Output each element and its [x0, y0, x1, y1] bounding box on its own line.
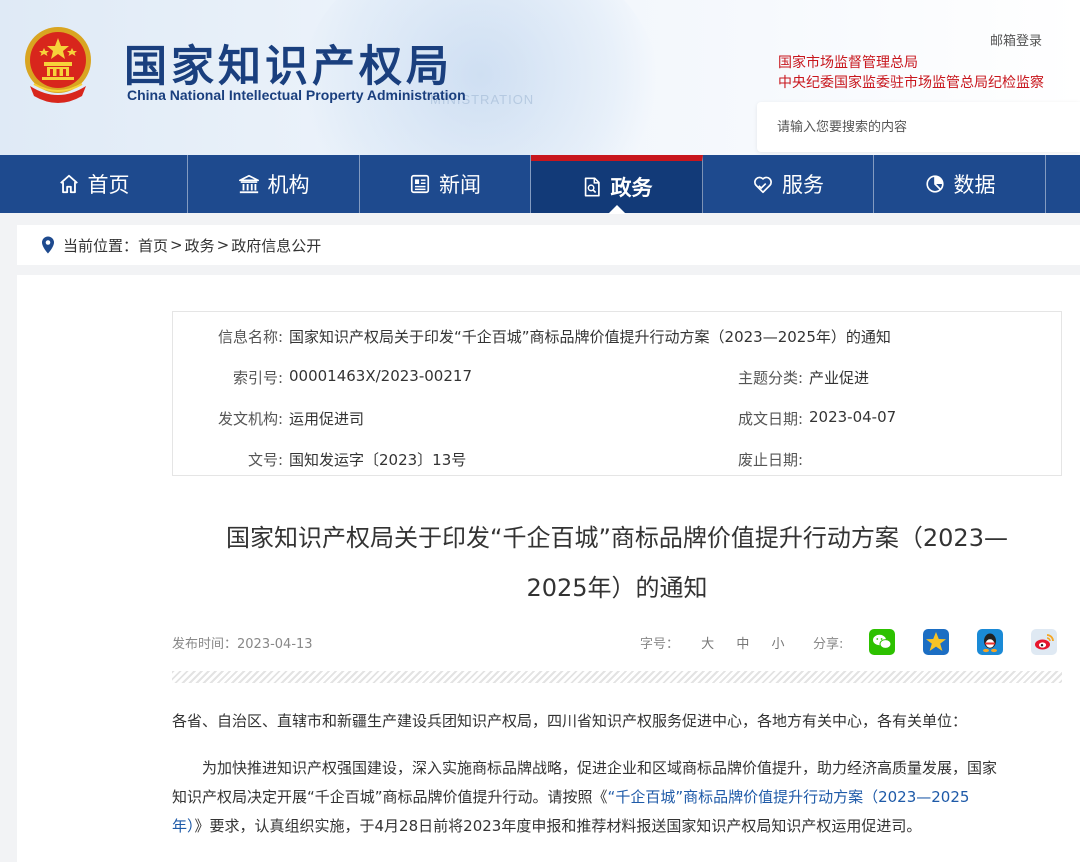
data-icon [925, 175, 944, 193]
info-name-value: 国家知识产权局关于印发“千企百城”商标品牌价值提升行动方案（2023—2025年… [289, 328, 891, 346]
search-input[interactable] [757, 102, 1080, 152]
paragraph-line: 为加快推进知识产权强国建设，深入实施商标品牌战略，促进企业和区域商标品牌价值提升… [202, 759, 998, 777]
wechat-icon[interactable] [869, 629, 895, 655]
content-divider [172, 671, 1062, 683]
info-index-label: 索引号: [232, 369, 283, 387]
action-plan-link[interactable]: 年） [172, 817, 195, 835]
paragraph-line: 知识产权局决定开展“千企百城”商标品牌价值提升行动。请按照《“千企百城”商标品牌… [172, 783, 1062, 812]
article-meta: 发布时间：2023-04-13 字号： 大 中 小 分享: [172, 629, 1062, 655]
info-row-name: 信息名称: 国家知识产权局关于印发“千企百城”商标品牌价值提升行动方案（2023… [173, 326, 1061, 346]
info-date-label: 成文日期: [737, 410, 803, 428]
site-title[interactable]: 国家知识产权局 [124, 32, 453, 94]
nav-label-data: 数据 [953, 173, 996, 197]
service-icon [754, 176, 772, 194]
breadcrumb-prefix: 当前位置： [63, 236, 139, 255]
breadcrumb-separator: > [170, 236, 183, 254]
info-name-label: 信息名称: [217, 328, 283, 346]
info-row-org: 发文机构: 运用促进司 成文日期: 2023-04-07 [173, 408, 1061, 428]
article-title: 国家知识产权局关于印发“千企百城”商标品牌价值提升行动方案（2023— 2025… [177, 513, 1057, 613]
national-emblem-icon[interactable] [20, 24, 96, 104]
mail-login-link[interactable]: 邮箱登录 [990, 30, 1042, 49]
breadcrumb: 当前位置： 首页 > 政务 > 政府信息公开 [17, 225, 1080, 265]
nav-label-government-affairs: 政务 [610, 176, 653, 200]
samr-link[interactable]: 国家市场监督管理总局 [778, 53, 1044, 73]
qzone-icon[interactable] [923, 629, 949, 655]
paragraph-text: 》要求，认真组织实施，于4月28日前将2023年度申报和推荐材料报送国家知识产权… [194, 817, 922, 835]
nav-label-news: 新闻 [439, 173, 481, 197]
nav-item-news[interactable]: 新闻 [360, 155, 531, 213]
related-links: 国家市场监督管理总局 中央纪委国家监委驻市场监管总局纪检监察 [778, 53, 1044, 93]
font-size-label: 字号： [640, 637, 680, 652]
font-size-medium[interactable]: 中 [736, 637, 749, 652]
info-topic-value: 产业促进 [809, 369, 870, 387]
site-header: MINISTRATION 国家知识产权局 China National Inte… [0, 0, 1080, 155]
breadcrumb-government-affairs[interactable]: 政务 [185, 235, 215, 256]
action-plan-link[interactable]: “千企百城”商标品牌价值提升行动方案（2023—2025 [608, 788, 970, 806]
info-docno-value: 国知发运字〔2023〕13号 [289, 451, 467, 469]
nav-item-government-affairs[interactable]: 政务 [531, 155, 703, 214]
info-org-label: 发文机构: [217, 410, 283, 428]
document-info-table: 信息名称: 国家知识产权局关于印发“千企百城”商标品牌价值提升行动方案（2023… [172, 311, 1062, 476]
article-salutation: 各省、自治区、直辖市和新疆生产建设兵团知识产权局，四川省知识产权服务促进中心，各… [172, 712, 968, 730]
publish-time: 发布时间：2023-04-13 [172, 637, 313, 652]
info-row-docno: 文号: 国知发运字〔2023〕13号 废止日期: [173, 449, 1061, 469]
font-size-controls: 字号： 大 中 小 [640, 633, 784, 652]
nav-label-service: 服务 [782, 173, 824, 197]
home-icon [59, 174, 78, 194]
discipline-inspection-link[interactable]: 中央纪委国家监委驻市场监管总局纪检监察 [778, 73, 1044, 93]
search-box [757, 102, 1080, 152]
location-pin-icon [42, 236, 54, 254]
paragraph-line: 年）》要求，认真组织实施，于4月28日前将2023年度申报和推荐材料报送国家知识… [172, 812, 1062, 841]
article-title-line: 国家知识产权局关于印发“千企百城”商标品牌价值提升行动方案（2023— [226, 524, 1008, 552]
info-row-index: 索引号: 00001463X/2023-00217 主题分类: 产业促进 [173, 367, 1061, 387]
qq-icon[interactable] [977, 629, 1003, 655]
article-paragraph: 为加快推进知识产权强国建设，深入实施商标品牌战略，促进企业和区域商标品牌价值提升… [172, 754, 1062, 841]
site-title-english[interactable]: China National Intellectual Property Adm… [127, 87, 466, 103]
info-docno-label: 文号: [247, 451, 283, 469]
nav-item-home[interactable]: 首页 [0, 155, 188, 213]
nav-label-institution: 机构 [267, 173, 310, 197]
breadcrumb-separator: > [216, 236, 230, 254]
info-topic-label: 主题分类: [737, 369, 803, 387]
nav-item-service[interactable]: 服务 [703, 155, 874, 213]
info-index-value: 00001463X/2023-00217 [289, 367, 472, 385]
article-title-line: 2025年）的通知 [526, 574, 708, 602]
institution-icon [238, 174, 259, 194]
nav-item-data[interactable]: 数据 [874, 155, 1046, 213]
info-org-value: 运用促进司 [289, 410, 365, 428]
share-label: 分享: [813, 637, 844, 652]
paragraph-text: 知识产权局决定开展“千企百城”商标品牌价值提升行动。请按照《 [172, 788, 608, 806]
government-affairs-icon [584, 177, 600, 197]
article-content: 信息名称: 国家知识产权局关于印发“千企百城”商标品牌价值提升行动方案（2023… [17, 275, 1080, 862]
info-expire-label: 废止日期: [737, 451, 803, 469]
main-nav: 首页 机构 新闻 政务 服务 数据 [0, 155, 1080, 214]
weibo-icon[interactable] [1031, 629, 1057, 655]
nav-label-home: 首页 [87, 173, 130, 197]
nav-item-institution[interactable]: 机构 [188, 155, 360, 213]
breadcrumb-home[interactable]: 首页 [138, 235, 168, 256]
font-size-small[interactable]: 小 [771, 637, 784, 652]
breadcrumb-government-info[interactable]: 政府信息公开 [231, 235, 321, 256]
info-date-value: 2023-04-07 [809, 408, 897, 426]
font-size-large[interactable]: 大 [701, 637, 714, 652]
news-icon [410, 174, 430, 194]
